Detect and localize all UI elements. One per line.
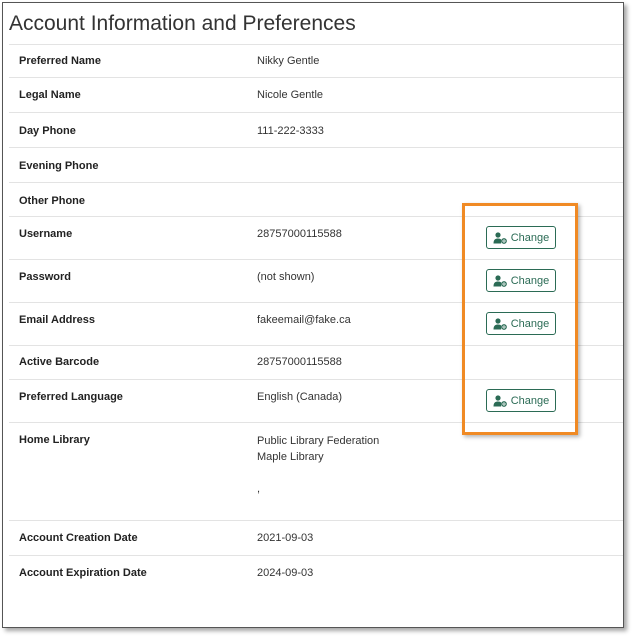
home-library-label: Home Library — [19, 434, 90, 446]
row-expiration-date: Account Expiration Date 2024-09-03 — [9, 556, 623, 590]
preferred-name-value: Nikky Gentle — [257, 55, 320, 67]
expiration-date-value: 2024-09-03 — [257, 567, 314, 579]
preferred-language-label: Preferred Language — [19, 391, 123, 403]
day-phone-value: 111-222-3333 — [257, 125, 324, 137]
row-day-phone: Day Phone 111-222-3333 — [9, 113, 623, 148]
row-legal-name: Legal Name Nicole Gentle — [9, 78, 623, 113]
username-value: 28757000115588 — [257, 228, 342, 240]
row-creation-date: Account Creation Date 2021-09-03 — [9, 521, 623, 556]
active-barcode-value: 28757000115588 — [257, 356, 342, 368]
page-title: Account Information and Preferences — [9, 12, 356, 35]
preferred-name-label: Preferred Name — [19, 55, 101, 67]
other-phone-label: Other Phone — [19, 195, 86, 207]
home-library-line1: Public Library Federation — [257, 435, 380, 447]
active-barcode-label: Active Barcode — [19, 356, 100, 368]
home-library-line2: Maple Library — [257, 451, 324, 463]
password-label: Password — [19, 271, 71, 283]
row-evening-phone: Evening Phone — [9, 148, 623, 183]
row-home-library: Home Library Public Library Federation M… — [9, 423, 623, 521]
creation-date-value: 2021-09-03 — [257, 532, 314, 544]
creation-date-label: Account Creation Date — [19, 532, 138, 544]
evening-phone-label: Evening Phone — [19, 160, 99, 172]
day-phone-label: Day Phone — [19, 125, 76, 137]
username-label: Username — [19, 228, 73, 240]
legal-name-value: Nicole Gentle — [257, 89, 324, 101]
email-value: fakeemail@fake.ca — [257, 314, 351, 326]
legal-name-label: Legal Name — [19, 89, 81, 101]
row-preferred-name: Preferred Name Nikky Gentle — [9, 44, 623, 78]
expiration-date-label: Account Expiration Date — [19, 567, 147, 579]
home-library-line3: , — [257, 483, 261, 495]
home-library-value: Public Library Federation Maple Library … — [257, 433, 379, 497]
preferred-language-value: English (Canada) — [257, 391, 342, 403]
change-buttons-highlight — [462, 203, 578, 435]
password-value: (not shown) — [257, 271, 315, 283]
email-label: Email Address — [19, 314, 96, 326]
